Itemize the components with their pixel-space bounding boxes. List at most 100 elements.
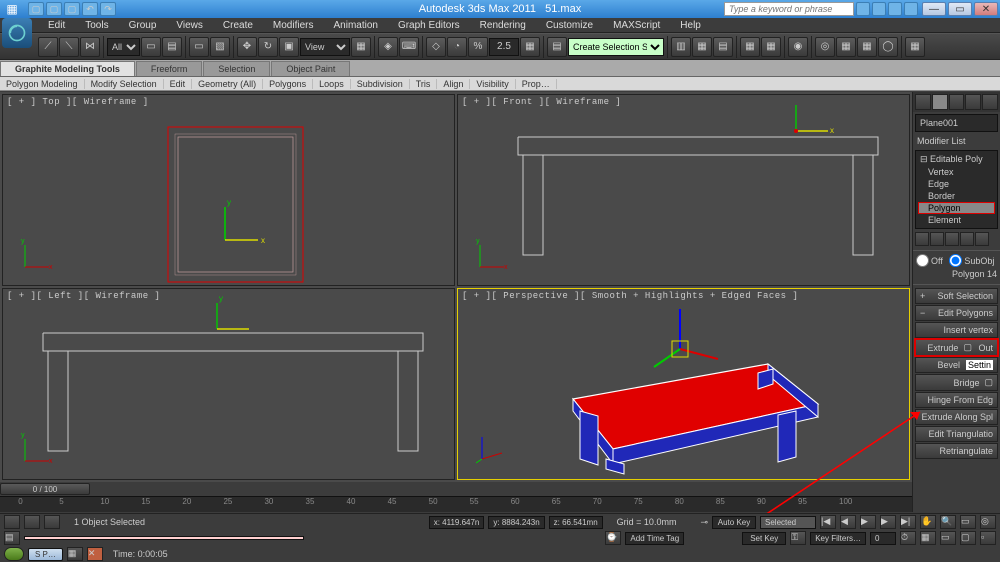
play-end-icon[interactable]: ▶| (900, 515, 916, 529)
play-icon[interactable]: ▶ (860, 515, 876, 529)
frame-field[interactable]: 0 (870, 532, 896, 545)
render-icon[interactable]: ▦ (857, 37, 877, 57)
status-isol-icon[interactable] (44, 515, 60, 529)
viewport-perspective[interactable]: [ + ][ Perspective ][ Smooth + Highlight… (457, 288, 910, 480)
qat-undo-icon[interactable]: ↶ (82, 2, 98, 16)
stack-unique-icon[interactable] (945, 232, 959, 246)
cmd-tab-motion-icon[interactable] (965, 94, 981, 110)
viewport-front[interactable]: [ + ][ Front ][ Wireframe ] x yx (457, 94, 910, 286)
timetag-icon[interactable]: ⌚ (605, 531, 621, 545)
subrib-geometry-all[interactable]: Geometry (All) (192, 79, 263, 89)
viewport-top[interactable]: [ + ] Top ][ Wireframe ] y x yx (2, 94, 455, 286)
object-name-field[interactable]: Plane001 (915, 114, 998, 132)
play-start-icon[interactable]: |◀ (820, 515, 836, 529)
scale-icon[interactable]: ▣ (279, 37, 299, 57)
taskbar-close-icon[interactable]: ✕ (87, 547, 103, 561)
nav-orbit-icon[interactable]: ◎ (980, 515, 996, 529)
close-button[interactable]: ✕ (974, 2, 998, 16)
menu-edit[interactable]: Edit (38, 19, 75, 32)
sel-off-radio[interactable] (916, 254, 929, 267)
stack-show-icon[interactable] (930, 232, 944, 246)
key-filters-button[interactable]: Key Filters… (810, 532, 866, 545)
subrib-properties[interactable]: Prop… (516, 79, 557, 89)
stack-vertex[interactable]: Vertex (918, 166, 995, 178)
start-orb-icon[interactable] (4, 547, 24, 561)
bind-icon[interactable]: ⋈ (80, 37, 100, 57)
time-slider-handle[interactable]: 0 / 100 (0, 483, 90, 495)
time-config-icon[interactable]: ⏱ (900, 531, 916, 545)
sel-subobj-radio[interactable] (949, 254, 962, 267)
nav-all-icon[interactable]: ▢ (960, 531, 976, 545)
help-icon[interactable] (904, 2, 918, 16)
link-icon[interactable]: ⟋ (38, 37, 58, 57)
subrib-loops[interactable]: Loops (313, 79, 351, 89)
curve-editor-icon[interactable]: ▦ (740, 37, 760, 57)
add-time-tag[interactable]: Add Time Tag (625, 532, 684, 545)
subrib-subdivision[interactable]: Subdivision (351, 79, 410, 89)
subrib-polygons[interactable]: Polygons (263, 79, 313, 89)
percent-snap-icon[interactable]: % (468, 37, 488, 57)
render-frame-icon[interactable]: ▦ (836, 37, 856, 57)
menu-help[interactable]: Help (670, 19, 711, 32)
key-toggle-icon[interactable]: ⚿ (790, 531, 806, 545)
named-selection-dropdown[interactable]: Create Selection Set (568, 38, 664, 56)
angle-snap-icon[interactable]: ◔ (447, 37, 467, 57)
menu-create[interactable]: Create (213, 19, 263, 32)
menu-tools[interactable]: Tools (75, 19, 118, 32)
nav-zoom-icon[interactable]: 🔍 (940, 515, 956, 529)
nav-min-icon[interactable]: ▫ (980, 531, 996, 545)
rotate-icon[interactable]: ↻ (258, 37, 278, 57)
qat-save-icon[interactable]: ▢ (64, 2, 80, 16)
help-search-input[interactable] (724, 2, 854, 16)
material-editor-icon[interactable]: ◉ (788, 37, 808, 57)
btn-retri[interactable]: Retriangulate (915, 443, 998, 459)
spinner-snap-value[interactable]: 2.5 (489, 38, 519, 56)
listener-input[interactable] (24, 536, 304, 540)
coord-x[interactable]: x: 4119.647n (429, 516, 485, 529)
nav-pan-icon[interactable]: ✋ (920, 515, 936, 529)
play-next-icon[interactable]: ▶ (880, 515, 896, 529)
align-icon[interactable]: ▦ (692, 37, 712, 57)
manip-icon[interactable]: ◈ (378, 37, 398, 57)
qat-new-icon[interactable]: ▢ (28, 2, 44, 16)
star-icon[interactable] (888, 2, 902, 16)
teapot-icon[interactable]: ◯ (878, 37, 898, 57)
selection-filter-dropdown[interactable]: All (107, 38, 140, 56)
select-object-icon[interactable]: ▭ (141, 37, 161, 57)
refcoord-dropdown[interactable]: View (300, 38, 350, 56)
spinner-icon[interactable]: ▦ (520, 37, 540, 57)
render-setup-icon[interactable]: ◎ (815, 37, 835, 57)
nav-fov-icon[interactable]: ▭ (960, 515, 976, 529)
btn-insert-vertex[interactable]: Insert vertex (915, 322, 998, 338)
subrib-modify-selection[interactable]: Modify Selection (85, 79, 164, 89)
cmd-tab-display-icon[interactable] (982, 94, 998, 110)
mirror-icon[interactable]: ▥ (671, 37, 691, 57)
stack-border[interactable]: Border (918, 190, 995, 202)
btn-bridge[interactable]: Bridge▢ (915, 374, 998, 391)
search-icon[interactable] (856, 2, 870, 16)
minimize-button[interactable]: — (922, 2, 946, 16)
unlink-icon[interactable]: ⟍ (59, 37, 79, 57)
menu-rendering[interactable]: Rendering (470, 19, 536, 32)
move-icon[interactable]: ✥ (237, 37, 257, 57)
subrib-visibility[interactable]: Visibility (470, 79, 515, 89)
autokey-button[interactable]: Auto Key (712, 516, 756, 529)
modifier-list-label[interactable]: Modifier List (913, 134, 1000, 148)
menu-customize[interactable]: Customize (536, 19, 603, 32)
subrib-edit[interactable]: Edit (164, 79, 193, 89)
cmd-tab-modify-icon[interactable] (932, 94, 948, 110)
taskbar-app[interactable]: S P… (28, 548, 63, 561)
coord-y[interactable]: y: 8884.243n (488, 516, 544, 529)
rollout-soft-selection[interactable]: +Soft Selection (915, 288, 998, 304)
tab-freeform[interactable]: Freeform (136, 61, 203, 76)
tab-graphite[interactable]: Graphite Modeling Tools (0, 61, 135, 76)
selected-button[interactable]: Selected (760, 516, 816, 529)
layers-icon[interactable]: ▤ (713, 37, 733, 57)
play-prev-icon[interactable]: ◀ (840, 515, 856, 529)
stack-pin-icon[interactable] (915, 232, 929, 246)
time-ruler[interactable]: 0 5 10 15 20 25 30 35 40 45 50 55 60 65 … (0, 496, 912, 512)
qat-open-icon[interactable]: ▢ (46, 2, 62, 16)
btn-extrude[interactable]: Extrude▢ Out (915, 339, 998, 356)
nav-region-icon[interactable]: ▭ (940, 531, 956, 545)
status-lock-icon[interactable] (4, 515, 20, 529)
